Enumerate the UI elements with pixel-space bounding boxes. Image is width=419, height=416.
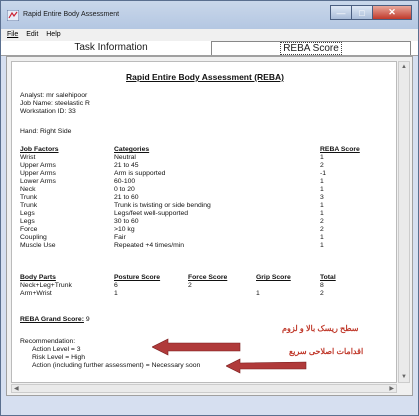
factor-score: 1 xyxy=(320,186,324,193)
action-level: Action Level = 3 xyxy=(32,346,81,353)
maximize-button[interactable]: □ xyxy=(351,5,373,20)
part-name: Neck+Leg+Trunk xyxy=(20,282,72,289)
app-icon xyxy=(7,10,19,21)
app-window: Rapid Entire Body Assessment — □ ✕ File … xyxy=(0,0,419,416)
factor-category: Trunk is twisting or side bending xyxy=(114,202,211,209)
menu-bar: File Edit Help xyxy=(1,29,418,41)
factor-name: Trunk xyxy=(20,202,38,209)
parts-header-grip: Grip Score xyxy=(256,274,291,281)
factor-category: Repeated +4 times/min xyxy=(114,242,185,249)
grand-score-value: 9 xyxy=(85,316,90,323)
factor-name: Wrist xyxy=(20,154,36,161)
factor-score: 1 xyxy=(320,178,324,185)
factor-category: 21 to 60 xyxy=(114,194,139,201)
close-icon: ✕ xyxy=(388,7,396,17)
force-score: 2 xyxy=(188,282,192,289)
factor-name: Coupling xyxy=(20,234,47,241)
factor-category: Arm is supported xyxy=(114,170,166,177)
job-name-line: Job Name: steelastic R xyxy=(20,100,90,107)
grand-score-label: REBA Grand Score: xyxy=(20,316,84,323)
factor-score: 2 xyxy=(320,162,324,169)
factor-category: 60-100 xyxy=(114,178,136,185)
factor-name: Upper Arms xyxy=(20,162,56,169)
arrow-to-action-level xyxy=(152,338,241,356)
factor-name: Legs xyxy=(20,218,35,225)
factor-score: 1 xyxy=(320,234,324,241)
factor-name: Trunk xyxy=(20,194,38,201)
parts-header-force: Force Score xyxy=(188,274,228,281)
grip-score: 1 xyxy=(256,290,260,297)
annotation-line-1: سطح ریسک بالا و لزوم xyxy=(282,324,359,333)
factors-header-factor: Job Factors xyxy=(20,146,59,153)
parts-header-total: Total xyxy=(320,274,336,281)
parts-header-part: Body Parts xyxy=(20,274,56,281)
factor-score: 1 xyxy=(320,154,324,161)
minimize-icon: — xyxy=(336,7,346,18)
analyst-line: Analyst: mr salehipoor xyxy=(20,92,88,99)
factor-category: 0 to 20 xyxy=(114,186,135,193)
posture-score: 1 xyxy=(114,290,118,297)
scroll-up-icon[interactable]: ▲ xyxy=(399,62,409,72)
factor-category: 30 to 60 xyxy=(114,218,139,225)
menu-help[interactable]: Help xyxy=(46,29,60,41)
parts-header-posture: Posture Score xyxy=(114,274,161,281)
report-document: Rapid Entire Body Assessment (REBA) Anal… xyxy=(11,61,397,383)
total-score: 8 xyxy=(320,282,324,289)
factor-score: 2 xyxy=(320,218,324,225)
factor-category: Neutral xyxy=(114,154,136,161)
factor-name: Upper Arms xyxy=(20,170,56,177)
menu-file[interactable]: File xyxy=(7,29,18,41)
arrow-to-action xyxy=(226,358,307,374)
total-score: 2 xyxy=(320,290,324,297)
factor-category: >10 kg xyxy=(114,226,135,233)
vertical-scrollbar[interactable]: ▲ ▼ xyxy=(398,61,410,383)
grand-score: REBA Grand Score: 9 xyxy=(20,316,90,323)
scroll-right-icon[interactable]: ▶ xyxy=(389,385,394,393)
factor-score: 1 xyxy=(320,202,324,209)
workstation-line: Workstation ID: 33 xyxy=(20,108,76,115)
factor-name: Force xyxy=(20,226,38,233)
horizontal-scrollbar[interactable]: ◀ ▶ xyxy=(11,384,397,393)
tab-strip: Task Information REBA Score xyxy=(1,41,418,56)
tab-reba-score-label: REBA Score xyxy=(280,42,342,55)
maximize-icon: □ xyxy=(359,7,365,18)
scroll-down-icon[interactable]: ▼ xyxy=(399,372,409,382)
posture-score: 6 xyxy=(114,282,118,289)
factor-name: Neck xyxy=(20,186,36,193)
title-bar[interactable]: Rapid Entire Body Assessment — □ ✕ xyxy=(1,1,418,29)
action-text: Action (including further assessment) = … xyxy=(32,362,201,369)
factor-score: 1 xyxy=(320,242,324,249)
status-bar xyxy=(1,399,418,415)
factor-score: 1 xyxy=(320,210,324,217)
scroll-left-icon[interactable]: ◀ xyxy=(14,385,19,393)
factor-name: Legs xyxy=(20,210,35,217)
factor-score: 3 xyxy=(320,194,324,201)
tab-reba-score[interactable]: REBA Score xyxy=(211,41,411,55)
factor-category: Legs/feet well-supported xyxy=(114,210,189,217)
menu-edit[interactable]: Edit xyxy=(26,29,38,41)
window-title: Rapid Entire Body Assessment xyxy=(23,11,120,18)
tab-task-information-label: Task Information xyxy=(74,42,148,53)
factor-score: -1 xyxy=(320,170,327,177)
recommendation-label: Recommendation: xyxy=(20,338,76,345)
factor-name: Muscle Use xyxy=(20,242,56,249)
factor-category: 21 to 45 xyxy=(114,162,139,169)
factor-name: Lower Arms xyxy=(20,178,56,185)
minimize-button[interactable]: — xyxy=(330,5,352,20)
factor-category: Fair xyxy=(114,234,126,241)
factor-score: 2 xyxy=(320,226,324,233)
tab-task-information[interactable]: Task Information xyxy=(11,41,211,55)
factors-header-score: REBA Score xyxy=(320,146,360,153)
annotation-line-2: اقدامات اصلاحی سریع xyxy=(289,347,364,356)
report-panel: Rapid Entire Body Assessment (REBA) Anal… xyxy=(6,56,413,396)
hand-line: Hand: Right Side xyxy=(20,128,72,135)
close-button[interactable]: ✕ xyxy=(372,5,412,20)
risk-level: Risk Level = High xyxy=(32,354,86,361)
factors-header-category: Categories xyxy=(114,146,150,153)
part-name: Arm+Wrist xyxy=(20,290,52,297)
report-title: Rapid Entire Body Assessment (REBA) xyxy=(126,72,284,82)
